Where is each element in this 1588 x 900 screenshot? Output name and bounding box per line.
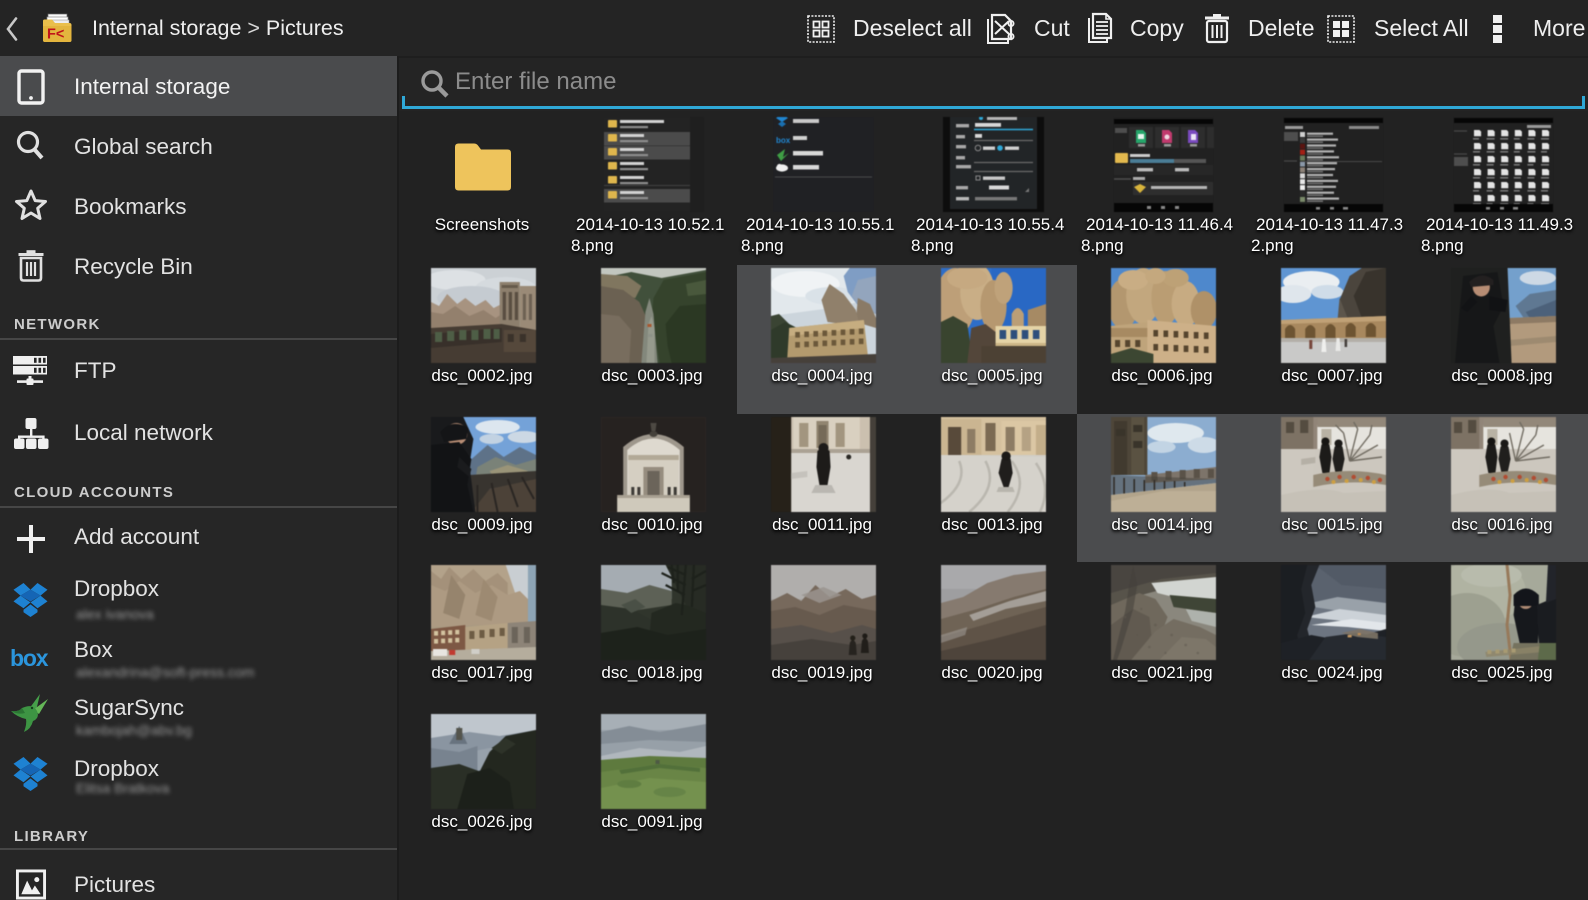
svg-text:box: box [776,136,791,145]
svg-text:box: box [10,645,49,671]
svg-text:F<: F< [47,27,64,43]
